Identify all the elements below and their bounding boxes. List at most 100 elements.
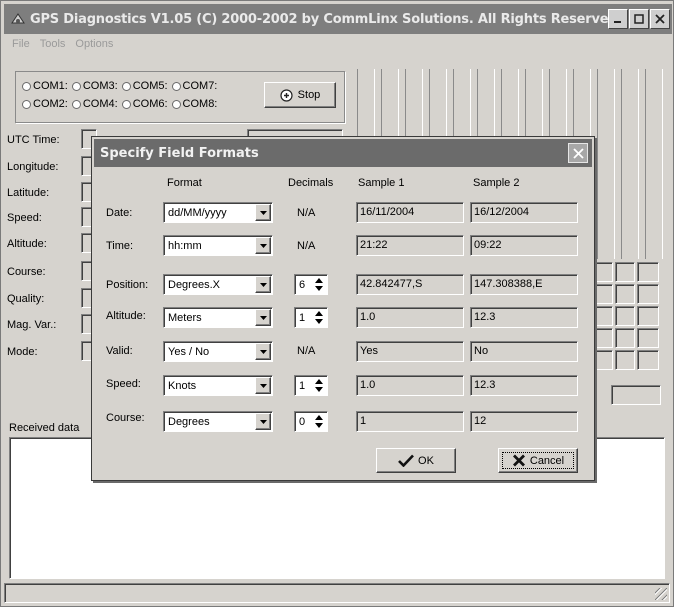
com-port-group: COM1: COM3: COM5: COM7: COM2: COM4: COM6… [15,71,345,123]
row-label-time: Time: [106,240,134,252]
signal-bar [453,69,471,139]
position-sample2: 147.308388,E [470,274,578,295]
header-sample1: Sample 1 [358,177,405,189]
stop-button[interactable]: Stop [264,82,336,108]
maximize-button[interactable] [629,9,649,29]
valid-decimals: N/A [297,345,316,357]
close-button[interactable] [650,9,670,29]
valid-format-select[interactable]: Yes / No [163,341,273,362]
radio-com1[interactable]: COM1: [22,80,68,92]
signal-bar [597,69,615,259]
date-decimals: N/A [297,207,316,219]
speed-sample2: 12.3 [470,375,578,396]
chevron-down-icon[interactable] [255,237,271,254]
spinner-arrows-icon[interactable] [312,276,326,293]
position-decimals-spinner[interactable]: 6 [294,274,328,295]
radio-com3[interactable]: COM3: [71,80,118,92]
altitude-sample2: 12.3 [470,307,578,328]
radio-com8[interactable]: COM8: [171,98,217,110]
resize-grip[interactable] [655,588,667,600]
ok-button[interactable]: OK [376,448,456,473]
speed-format-select[interactable]: Knots [163,375,273,396]
window-title: GPS Diagnostics V1.05 (C) 2000-2002 by C… [30,11,623,27]
menu-file[interactable]: File [12,38,30,56]
grid-cell [595,306,613,326]
menu-options[interactable]: Options [75,38,113,56]
date-format-select[interactable]: dd/MM/yyyy [163,202,273,223]
course-format-select[interactable]: Degrees [163,411,273,432]
time-sample2: 09:22 [470,235,578,256]
altitude-format-select[interactable]: Meters [163,307,273,328]
grid-cell [615,306,635,326]
date-sample2: 16/12/2004 [470,202,578,223]
row-label-altitude: Altitude: [106,310,146,322]
row-label-position: Position: [106,279,149,291]
main-window: GPS Diagnostics V1.05 (C) 2000-2002 by C… [0,0,674,607]
dialog-close-button[interactable] [568,143,588,163]
cancel-x-icon [512,454,525,467]
com-row-2: COM2: COM4: COM6: COM8: [22,98,217,110]
date-sample1: 16/11/2004 [356,202,464,223]
row-label-valid: Valid: [106,345,133,357]
chevron-down-icon[interactable] [255,309,271,326]
grid-cell [637,284,659,304]
course-decimals-spinner[interactable]: 0 [294,411,328,432]
signal-bar [549,69,567,139]
speed-decimals-spinner[interactable]: 1 [294,375,328,396]
time-sample1: 21:22 [356,235,464,256]
minimize-button[interactable] [608,9,628,29]
label-longitude: Longitude: [7,161,59,173]
radio-com5[interactable]: COM5: [121,80,168,92]
grid-cell [637,350,659,370]
grid-cell [615,284,635,304]
spinner-arrows-icon[interactable] [312,309,326,326]
grid-cell [615,262,635,282]
row-label-course: Course: [106,412,145,424]
com-row-1: COM1: COM3: COM5: COM7: [22,80,217,92]
menu-bar: File Tools Options [4,38,113,56]
spinner-arrows-icon[interactable] [312,413,326,430]
row-label-speed: Speed: [106,378,141,390]
status-bar [4,583,670,603]
signal-bar [621,69,639,259]
grid-cell [595,262,613,282]
radio-com2[interactable]: COM2: [22,98,68,110]
grid-cell [637,262,659,282]
chevron-down-icon[interactable] [255,377,271,394]
menu-tools[interactable]: Tools [40,38,66,56]
radio-com4[interactable]: COM4: [71,98,118,110]
chevron-down-icon[interactable] [255,204,271,221]
position-format-select[interactable]: Degrees.X [163,274,273,295]
gps-app-icon [9,10,27,28]
label-quality: Quality: [7,293,45,305]
received-data-label: Received data [9,422,80,434]
valid-sample1: Yes [356,341,464,362]
chevron-down-icon[interactable] [255,343,271,360]
position-sample1: 42.842477,S [356,274,464,295]
grid-cell [595,284,613,304]
course-sample1: 1 [356,411,464,432]
stop-icon [280,88,293,102]
altitude-decimals-spinner[interactable]: 1 [294,307,328,328]
signal-bar [405,69,423,139]
chevron-down-icon[interactable] [255,413,271,430]
title-bar[interactable]: GPS Diagnostics V1.05 (C) 2000-2002 by C… [4,4,672,34]
time-decimals: N/A [297,240,316,252]
chevron-down-icon[interactable] [255,276,271,293]
radio-com7[interactable]: COM7: [171,80,217,92]
row-label-date: Date: [106,207,133,219]
spinner-arrows-icon[interactable] [312,377,326,394]
time-format-select[interactable]: hh:mm [163,235,273,256]
label-mode: Mode: [7,346,38,358]
valid-sample2: No [470,341,578,362]
dialog-title-bar[interactable]: Specify Field Formats [94,139,592,167]
checkmark-icon [398,454,414,467]
radio-com6[interactable]: COM6: [121,98,168,110]
course-sample2: 12 [470,411,578,432]
grid-cell [615,328,635,348]
signal-bar [525,69,543,139]
signal-bar [573,69,591,139]
signal-bar [645,69,663,259]
label-mag-var: Mag. Var.: [7,319,57,331]
cancel-button[interactable]: Cancel [498,448,578,473]
